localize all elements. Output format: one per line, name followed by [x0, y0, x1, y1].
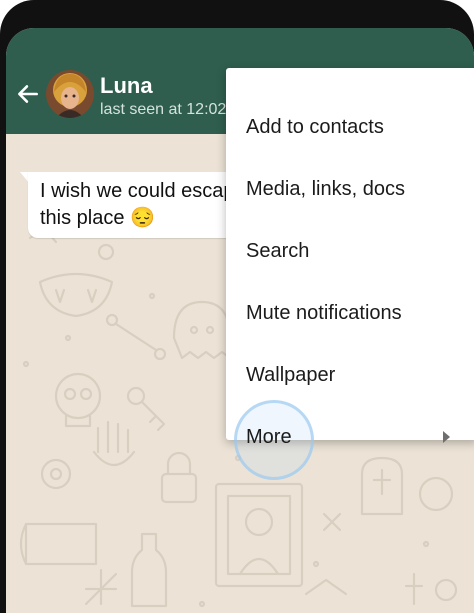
menu-item-add-to-contacts[interactable]: Add to contacts	[226, 96, 474, 158]
phone-frame: Luna last seen at 12:02 I wish we could …	[0, 0, 474, 613]
message-text: I wish we could escape this place 😔	[40, 178, 250, 232]
menu-item-label: Add to contacts	[246, 115, 384, 138]
menu-item-more[interactable]: More	[226, 400, 474, 480]
message-line-2: this place 😔	[40, 207, 155, 229]
last-seen-status: last seen at 12:02	[100, 101, 227, 118]
chat-screen: Luna last seen at 12:02 I wish we could …	[6, 28, 474, 613]
menu-item-label: More	[246, 425, 292, 448]
menu-item-media-links-docs[interactable]: Media, links, docs	[226, 158, 474, 220]
menu-item-label: Mute notifications	[246, 301, 402, 324]
avatar[interactable]	[46, 70, 94, 118]
chevron-right-icon	[443, 431, 450, 443]
menu-item-wallpaper[interactable]: Wallpaper	[226, 344, 474, 406]
overflow-menu: Add to contacts Media, links, docs Searc…	[226, 68, 474, 480]
arrow-left-icon	[18, 85, 38, 103]
back-button[interactable]	[12, 78, 44, 110]
menu-item-label: Media, links, docs	[246, 177, 405, 200]
contact-name[interactable]: Luna	[100, 73, 153, 99]
menu-item-label: Search	[246, 239, 310, 262]
menu-item-label: Wallpaper	[246, 363, 336, 386]
menu-item-search[interactable]: Search	[226, 220, 474, 282]
message-line-1: I wish we could escape	[40, 180, 246, 202]
menu-item-mute-notifications[interactable]: Mute notifications	[226, 282, 474, 344]
avatar-image	[46, 70, 94, 118]
